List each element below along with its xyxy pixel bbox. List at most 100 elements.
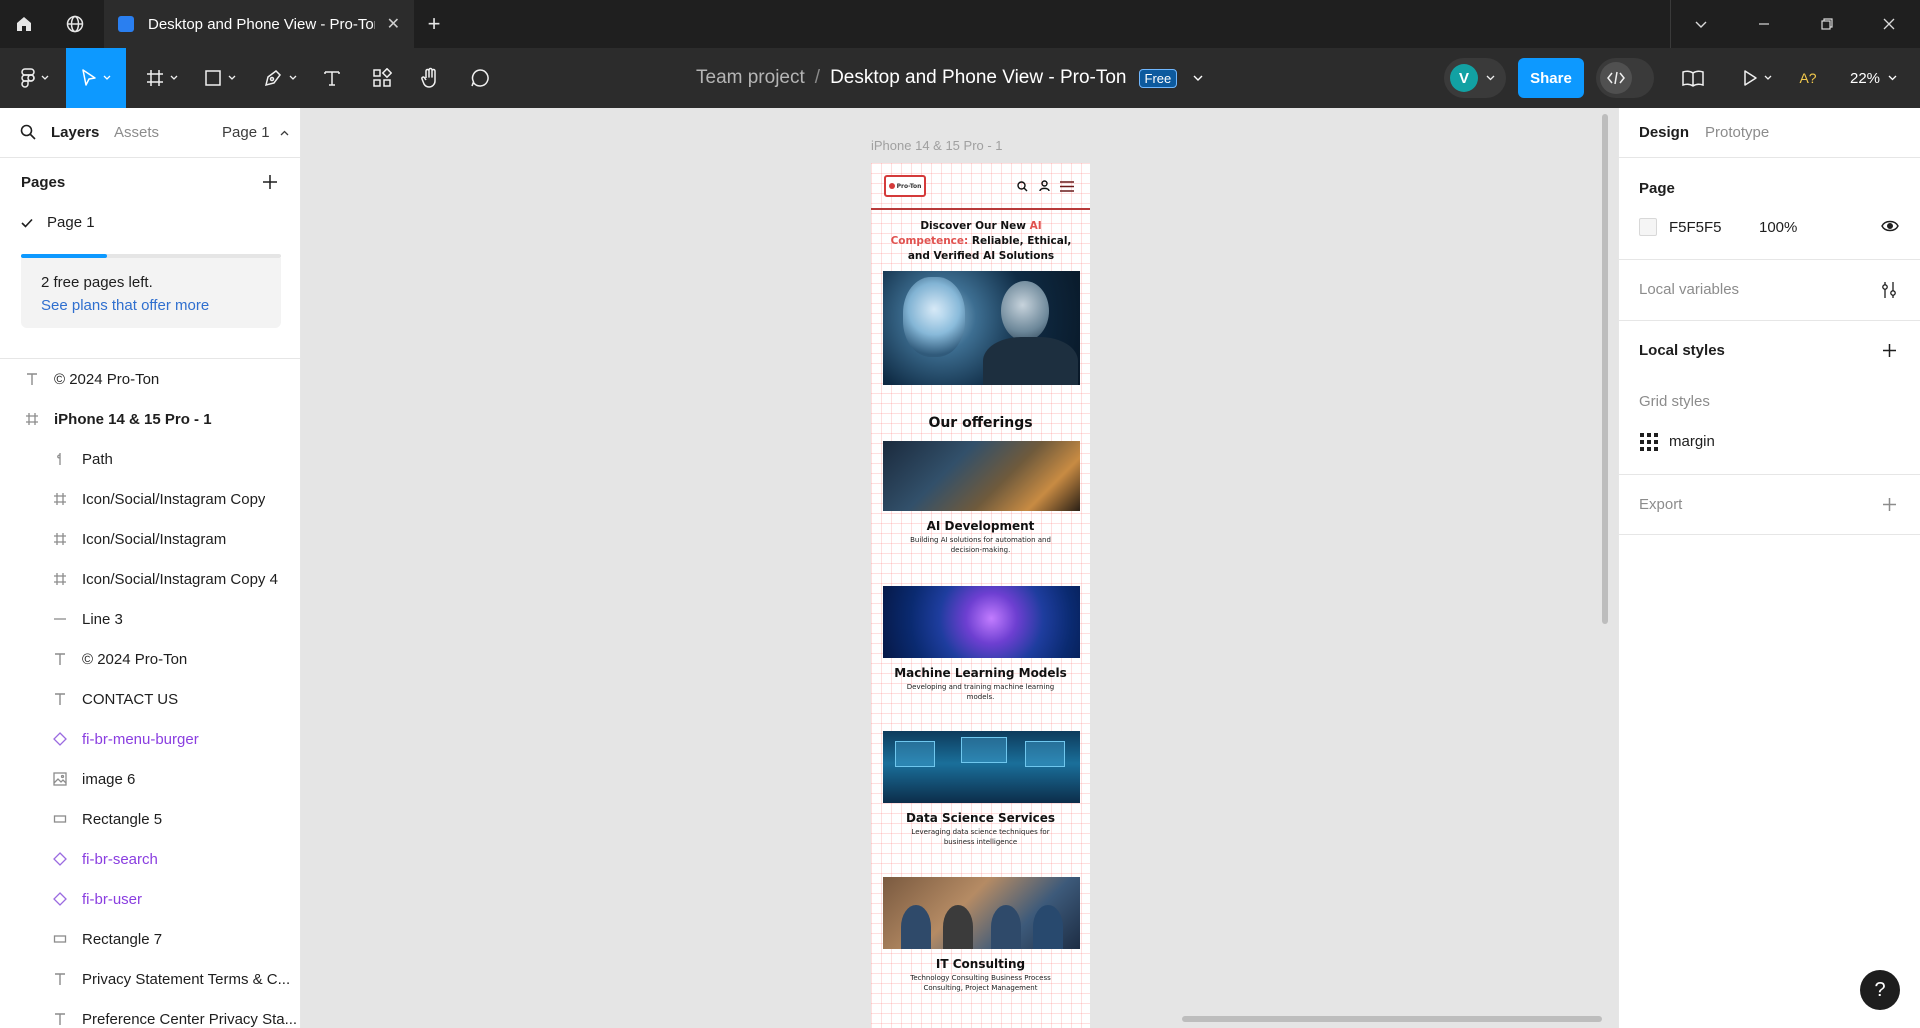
add-export-icon[interactable] xyxy=(1882,497,1897,512)
layer-row[interactable]: Line 3 xyxy=(0,599,300,639)
tab-assets[interactable]: Assets xyxy=(114,124,159,141)
layer-row[interactable]: Path xyxy=(0,439,300,479)
card-description: Leveraging data science techniques for b… xyxy=(911,828,1050,846)
layer-row[interactable]: Rectangle 7 xyxy=(0,919,300,959)
text-icon xyxy=(52,692,68,706)
shape-tool-button[interactable] xyxy=(198,48,242,108)
iphone-frame[interactable]: Pro-Ton Discover Our New AI Competence: … xyxy=(871,163,1090,1028)
page-color-swatch[interactable] xyxy=(1639,218,1657,236)
layer-row[interactable]: © 2024 Pro-Ton xyxy=(0,639,300,679)
text-tool-button[interactable] xyxy=(316,48,348,108)
layer-name: Icon/Social/Instagram Copy 4 xyxy=(82,570,278,588)
open-book-icon xyxy=(1682,70,1704,87)
tab-layers[interactable]: Layers xyxy=(51,124,99,141)
tab-close-icon[interactable]: ✕ xyxy=(387,14,400,34)
layer-row[interactable]: CONTACT US xyxy=(0,679,300,719)
export-section[interactable]: Export xyxy=(1619,475,1920,535)
hand-tool-button[interactable] xyxy=(414,48,446,108)
share-button[interactable]: Share xyxy=(1518,58,1584,98)
browser-tab-bar: Desktop and Phone View - Pro-Ton ✕ + xyxy=(0,0,1920,48)
page-color-hex[interactable]: F5F5F5 xyxy=(1669,219,1722,236)
present-button[interactable] xyxy=(1734,48,1780,108)
file-name[interactable]: Desktop and Phone View - Pro-Ton xyxy=(830,67,1126,89)
local-variables-label: Local variables xyxy=(1639,281,1740,298)
local-variables-section[interactable]: Local variables xyxy=(1619,260,1920,321)
comment-tool-button[interactable] xyxy=(464,48,496,108)
add-page-icon[interactable] xyxy=(262,174,278,190)
text-icon xyxy=(52,652,68,666)
layer-name: Icon/Social/Instagram xyxy=(82,530,227,548)
new-tab-button[interactable]: + xyxy=(418,8,450,40)
play-icon xyxy=(1744,70,1757,86)
page-switcher[interactable]: Page 1 xyxy=(222,124,289,141)
help-button[interactable]: ? xyxy=(1860,970,1900,1010)
user-icon xyxy=(1039,180,1050,192)
cursor-arrow-icon xyxy=(82,69,96,86)
resources-tool-button[interactable] xyxy=(366,48,398,108)
pages-heading: Pages xyxy=(21,174,66,191)
layer-list: © 2024 Pro-Ton iPhone 14 & 15 Pro - 1 Path… xyxy=(0,359,300,1028)
page-list-item[interactable]: Page 1 xyxy=(21,214,95,231)
layer-row[interactable]: Rectangle 5 xyxy=(0,799,300,839)
multiplayer-avatar[interactable]: V xyxy=(1444,58,1506,98)
search-icon[interactable] xyxy=(20,124,36,140)
frame-label[interactable]: iPhone 14 & 15 Pro - 1 xyxy=(871,138,1003,153)
layer-name: Line 3 xyxy=(82,610,123,628)
tab-prototype[interactable]: Prototype xyxy=(1705,124,1769,141)
accessibility-check-button[interactable]: A? xyxy=(1796,48,1820,108)
variables-settings-icon[interactable] xyxy=(1881,281,1897,299)
layer-name: Icon/Social/Instagram Copy xyxy=(82,490,266,508)
layer-row[interactable]: Icon/Social/Instagram xyxy=(0,519,300,559)
layer-row[interactable]: Icon/Social/Instagram Copy xyxy=(0,479,300,519)
page-opacity[interactable]: 100% xyxy=(1759,219,1797,236)
layer-row[interactable]: iPhone 14 & 15 Pro - 1 xyxy=(0,399,300,439)
layer-row[interactable]: © 2024 Pro-Ton xyxy=(0,359,300,399)
pen-tool-button[interactable] xyxy=(258,48,302,108)
horizontal-scrollbar[interactable] xyxy=(1182,1016,1602,1022)
rectangle-icon xyxy=(52,932,68,946)
file-menu-chevron-icon[interactable] xyxy=(1193,74,1203,82)
main-menu-button[interactable] xyxy=(10,48,60,108)
grid-style-name[interactable]: margin xyxy=(1669,433,1715,450)
dev-mode-toggle[interactable] xyxy=(1596,58,1654,98)
browser-tab-active[interactable]: Desktop and Phone View - Pro-Ton ✕ xyxy=(104,0,414,48)
vertical-scrollbar[interactable] xyxy=(1602,114,1608,624)
layer-row[interactable]: fi-br-menu-burger xyxy=(0,719,300,759)
hero-text: Reliable, Ethical, xyxy=(968,235,1072,247)
layer-row[interactable]: Preference Center Privacy Sta... xyxy=(0,999,300,1028)
frame-tool-button[interactable] xyxy=(140,48,184,108)
card-description: Developing and training machine learning… xyxy=(906,683,1055,701)
globe-icon[interactable] xyxy=(59,8,91,40)
card-title: AI Development xyxy=(926,519,1035,533)
editor-toolbar: Team project / Desktop and Phone View - … xyxy=(0,48,1920,108)
design-canvas[interactable]: iPhone 14 & 15 Pro - 1 Pro-Ton Discover … xyxy=(302,108,1618,1028)
image-icon xyxy=(52,772,68,786)
layer-row[interactable]: fi-br-search xyxy=(0,839,300,879)
layer-row[interactable]: Icon/Social/Instagram Copy 4 xyxy=(0,559,300,599)
add-style-icon[interactable] xyxy=(1882,343,1897,358)
team-project-link[interactable]: Team project xyxy=(696,67,805,89)
layer-row[interactable]: fi-br-user xyxy=(0,879,300,919)
layer-name: image 6 xyxy=(82,770,136,788)
eye-icon[interactable] xyxy=(1881,219,1899,233)
layer-name: Rectangle 5 xyxy=(82,810,163,828)
see-plans-link[interactable]: See plans that offer more xyxy=(41,297,261,314)
library-button[interactable] xyxy=(1676,48,1710,108)
close-window-icon[interactable] xyxy=(1858,0,1920,48)
local-styles-title: Local styles xyxy=(1639,342,1725,359)
plan-badge[interactable]: Free xyxy=(1138,68,1178,88)
layer-row[interactable]: image 6 xyxy=(0,759,300,799)
it-consulting-image xyxy=(883,877,1080,949)
tab-design[interactable]: Design xyxy=(1639,124,1689,141)
move-tool-button[interactable] xyxy=(66,48,126,108)
line-icon xyxy=(52,612,68,626)
layout-grid-icon xyxy=(1640,433,1658,451)
layer-row[interactable]: Privacy Statement Terms & C... xyxy=(0,959,300,999)
minimize-icon[interactable] xyxy=(1733,0,1795,48)
home-icon[interactable] xyxy=(8,8,40,40)
card-title: IT Consulting xyxy=(935,957,1026,971)
zoom-menu[interactable]: 22% xyxy=(1850,48,1897,108)
restore-icon[interactable] xyxy=(1796,0,1858,48)
tab-list-chevron-icon[interactable] xyxy=(1670,0,1732,48)
text-icon xyxy=(24,372,40,386)
